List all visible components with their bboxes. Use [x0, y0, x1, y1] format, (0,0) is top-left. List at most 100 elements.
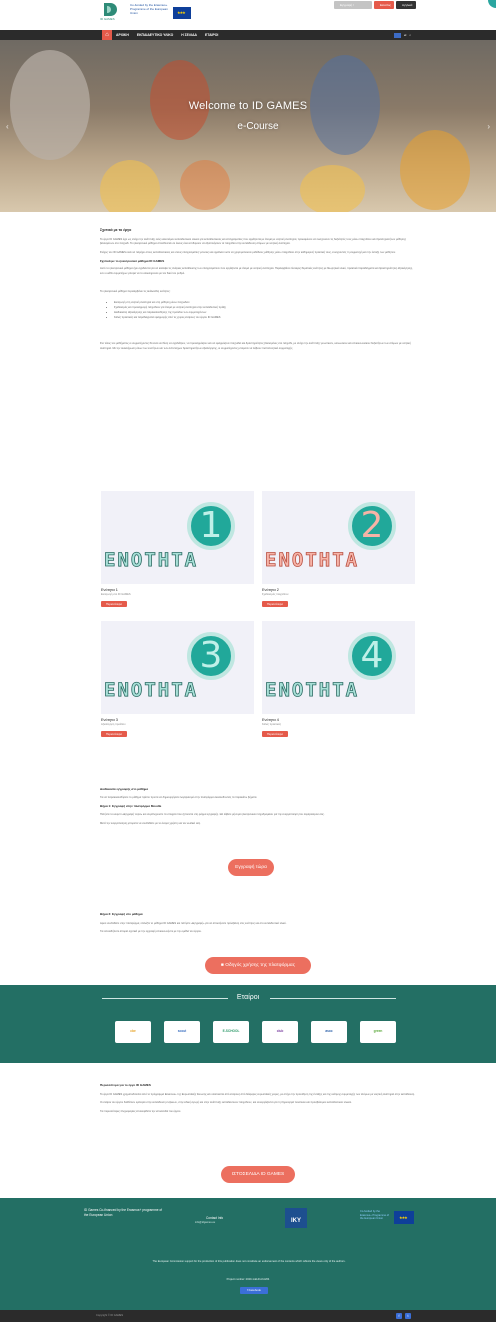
course-paragraph: Αυτό το ηλεκτρονικό μάθημα έχει σχεδιαστ…	[100, 267, 413, 275]
footer-project-number: Project number: 2020-1-EL01-KA204	[226, 1278, 270, 1281]
hero-photo-shape	[300, 165, 365, 212]
copyright-text: Copyright © ID GAMES	[96, 1314, 124, 1317]
module-number: 2	[360, 505, 384, 546]
modules-list: Εισαγωγή στη νοητική αναπηρία και στη μά…	[100, 300, 416, 320]
search-icon[interactable]: ⌕	[409, 33, 411, 37]
intro-heading: Σχετικά με το έργο	[100, 228, 132, 232]
step2-note: Για οποιαδήποτε απορία σχετικά με την εγ…	[100, 930, 202, 934]
module-title[interactable]: Ενότητα 4	[262, 718, 415, 722]
step2-heading: Βήμα 2: Εγγραφή στο μάθημα	[100, 912, 143, 916]
module-word: ΕΝΟΤΗΤΑ	[104, 549, 199, 572]
module-subtitle: Καλές πρακτικές	[262, 723, 281, 726]
header-actions: Εγγραφή / Σύνδεση Είσοδος Αγγλικά	[334, 1, 416, 15]
step1-heading: Βήμα 1: Εγγραφή στην πλατφόρμα Moodle	[100, 804, 162, 809]
module-card-3[interactable]: 3 ΕΝΟΤΗΤΑ Ενότητα 3 Αξιολόγηση προόδου Π…	[101, 621, 254, 737]
module-word: ΕΝΟΤΗΤΑ	[265, 679, 360, 702]
module-more-button[interactable]: Περισσότερα	[262, 731, 289, 737]
eu-logo-text: Co-funded by the Erasmus+ Programme of t…	[130, 3, 168, 15]
hero-subtitle: e-Course	[237, 121, 279, 132]
module-subtitle: Εισαγωγή στο ID GAMES	[101, 593, 131, 596]
about-section: Περισσότερα για το έργο ID GAMES Το έργο…	[100, 1083, 416, 1114]
about-paragraph-1: Το έργο ID GAMES χρηματοδοτείται από το …	[100, 1093, 415, 1096]
module-image[interactable]: 1 ΕΝΟΤΗΤΑ	[101, 491, 254, 584]
nav-item-material[interactable]: ΕΚΠΑΙΔΕΥΤΙΚΟ ΥΛΙΚΟ	[137, 30, 173, 40]
module-more-button[interactable]: Περισσότερα	[101, 601, 128, 607]
hero-photo-shape	[100, 160, 160, 212]
footer-contact-email[interactable]: info@idgames.eu	[195, 1221, 215, 1224]
step2-paragraph: Αφού συνδεθείτε στην πλατφόρμα, επιλέξτε…	[100, 922, 287, 925]
hero-banner: ‹ › Welcome to ID GAMES e-Course	[0, 40, 496, 212]
site-header: ID GAMES Co-funded by the Erasmus+ Progr…	[0, 0, 496, 30]
module-title[interactable]: Ενότητα 1	[101, 588, 254, 592]
twitter-icon[interactable]: t	[405, 1313, 411, 1319]
home-icon[interactable]: ⌂	[102, 30, 112, 40]
partner-logo[interactable]: green	[360, 1021, 396, 1043]
course-outcome-paragraph: Στο τέλος του μαθήματος οι συμμετέχοντες…	[100, 342, 411, 350]
partners-title: Εταίροι	[236, 994, 260, 1001]
hero-photo-shape	[400, 130, 470, 210]
module-image[interactable]: 3 ΕΝΟΤΗΤΑ	[101, 621, 254, 714]
language-button[interactable]: Αγγλικά	[396, 1, 416, 9]
facebook-button[interactable]: f Facebook	[240, 1287, 268, 1294]
module-number: 3	[199, 635, 223, 676]
module-more-button[interactable]: Περισσότερα	[262, 601, 289, 607]
language-flag-icon[interactable]	[394, 32, 401, 38]
nav-item-partners[interactable]: ΕΤΑΙΡΟΙ	[205, 30, 218, 40]
site-logo[interactable]: ID GAMES	[100, 3, 122, 21]
module-more-button[interactable]: Περισσότερα	[101, 731, 128, 737]
footer-contact-label: Contact Info	[206, 1216, 224, 1220]
partner-logo[interactable]: asoc	[311, 1021, 347, 1043]
module-image[interactable]: 4 ΕΝΟΤΗΤΑ	[262, 621, 415, 714]
module-card-4[interactable]: 4 ΕΝΟΤΗΤΑ Ενότητα 4 Καλές πρακτικές Περι…	[262, 621, 415, 737]
modules-list-intro: Το ηλεκτρονικό μάθημα περιλαμβάνει τις α…	[100, 290, 171, 294]
footer-disclaimer: The European Commission support for the …	[152, 1260, 346, 1263]
partner-logo[interactable]: cbe	[115, 1021, 151, 1043]
module-word: ΕΝΟΤΗΤΑ	[265, 549, 360, 572]
language-code[interactable]: el	[404, 33, 406, 37]
module-card-1[interactable]: 1 ΕΝΟΤΗΤΑ Ενότητα 1 Εισαγωγή στο ID GAME…	[101, 491, 254, 607]
intro-paragraph-1: Το έργο ID GAMES έχει ως στόχο την ανάπτ…	[100, 238, 407, 246]
signup-button[interactable]: Εγγραφή / Σύνδεση	[334, 1, 372, 15]
register-now-button[interactable]: Εγγραφή τώρα	[228, 859, 274, 876]
enroll-section: Βήμα 2: Εγγραφή στο μάθημα Αφού συνδεθεί…	[100, 912, 416, 935]
nav-menu: ΑΡΧΙΚΗ ΕΚΠΑΙΔΕΥΤΙΚΟ ΥΛΙΚΟ Η ΣΕΛΙΔΑ ΕΤΑΙΡ…	[116, 30, 218, 40]
nav-item-home[interactable]: ΑΡΧΙΚΗ	[116, 30, 129, 40]
module-image[interactable]: 2 ΕΝΟΤΗΤΑ	[262, 491, 415, 584]
about-paragraph-2: Οι εταίροι του έργου διαθέτουν εμπειρία …	[100, 1101, 352, 1105]
platform-guide-button[interactable]: ■ Οδηγός χρήσης της πλατφόρμας	[205, 957, 311, 974]
facebook-icon[interactable]: f	[396, 1313, 402, 1319]
logo-mark	[104, 3, 117, 16]
step1-paragraph: Πατήστε το κουμπί «Εγγραφή τώρα» και συμ…	[100, 813, 325, 817]
partner-logo[interactable]: E-SCHOOL	[213, 1021, 249, 1043]
nav-utilities: el ⌕	[394, 30, 411, 40]
eu-flag-icon	[394, 1211, 414, 1224]
divider	[270, 998, 396, 999]
about-heading: Περισσότερα για το έργο ID GAMES	[100, 1083, 151, 1087]
list-item: Καλές πρακτικές και παραδείγματα εφαρμογ…	[114, 315, 416, 320]
main-navbar: ⌂ ΑΡΧΙΚΗ ΕΚΠΑΙΔΕΥΤΙΚΟ ΥΛΙΚΟ Η ΣΕΛΙΔΑ ΕΤΑ…	[0, 30, 496, 40]
module-title[interactable]: Ενότητα 3	[101, 718, 254, 722]
site-footer: ID Games Co-financed by the Erasmus+ pro…	[0, 1198, 496, 1310]
partner-logos: cbe scout E-SCHOOL club asoc green	[115, 1021, 396, 1043]
eu-cofunded-logo: Co-funded by the Erasmus+ Programme of t…	[130, 3, 192, 24]
corner-badge	[488, 0, 496, 8]
intro-paragraph-2: Στόχος του ID GAMES είναι να παρέχει στο…	[100, 250, 396, 254]
logo-text: ID GAMES	[100, 17, 115, 21]
step1-note: Μετά την ενεργοποίηση μπορείτε να συνδεθ…	[100, 821, 201, 825]
module-title[interactable]: Ενότητα 2	[262, 588, 415, 592]
footer-org-text: ID Games Co-financed by the Erasmus+ pro…	[84, 1208, 163, 1217]
module-subtitle: Αξιολόγηση προόδου	[101, 723, 126, 726]
platform-guide-label: Οδηγός χρήσης της πλατφόρμας	[225, 963, 295, 968]
about-paragraph-3: Για περισσότερες πληροφορίες επισκεφθείτ…	[100, 1109, 182, 1113]
registration-section: Διαδικασία εγγραφής στο μάθημα Για να πα…	[100, 787, 416, 826]
intro-section: Σχετικά με το έργο Το έργο ID GAMES έχει…	[100, 228, 416, 351]
hero-photo-shape	[180, 160, 230, 210]
footer-eu-text: Co-funded by the Erasmus+ Programme of t…	[360, 1210, 389, 1221]
module-subtitle: Σχεδιασμός παιχνιδιών	[262, 593, 289, 596]
login-button[interactable]: Είσοδος	[374, 1, 394, 9]
nav-item-page[interactable]: Η ΣΕΛΙΔΑ	[181, 30, 197, 40]
project-website-button[interactable]: ΙΣΤΟΣΕΛΙΔΑ ID GAMES	[221, 1166, 295, 1183]
partner-logo[interactable]: club	[262, 1021, 298, 1043]
partner-logo[interactable]: scout	[164, 1021, 200, 1043]
module-card-2[interactable]: 2 ΕΝΟΤΗΤΑ Ενότητα 2 Σχεδιασμός παιχνιδιώ…	[262, 491, 415, 607]
